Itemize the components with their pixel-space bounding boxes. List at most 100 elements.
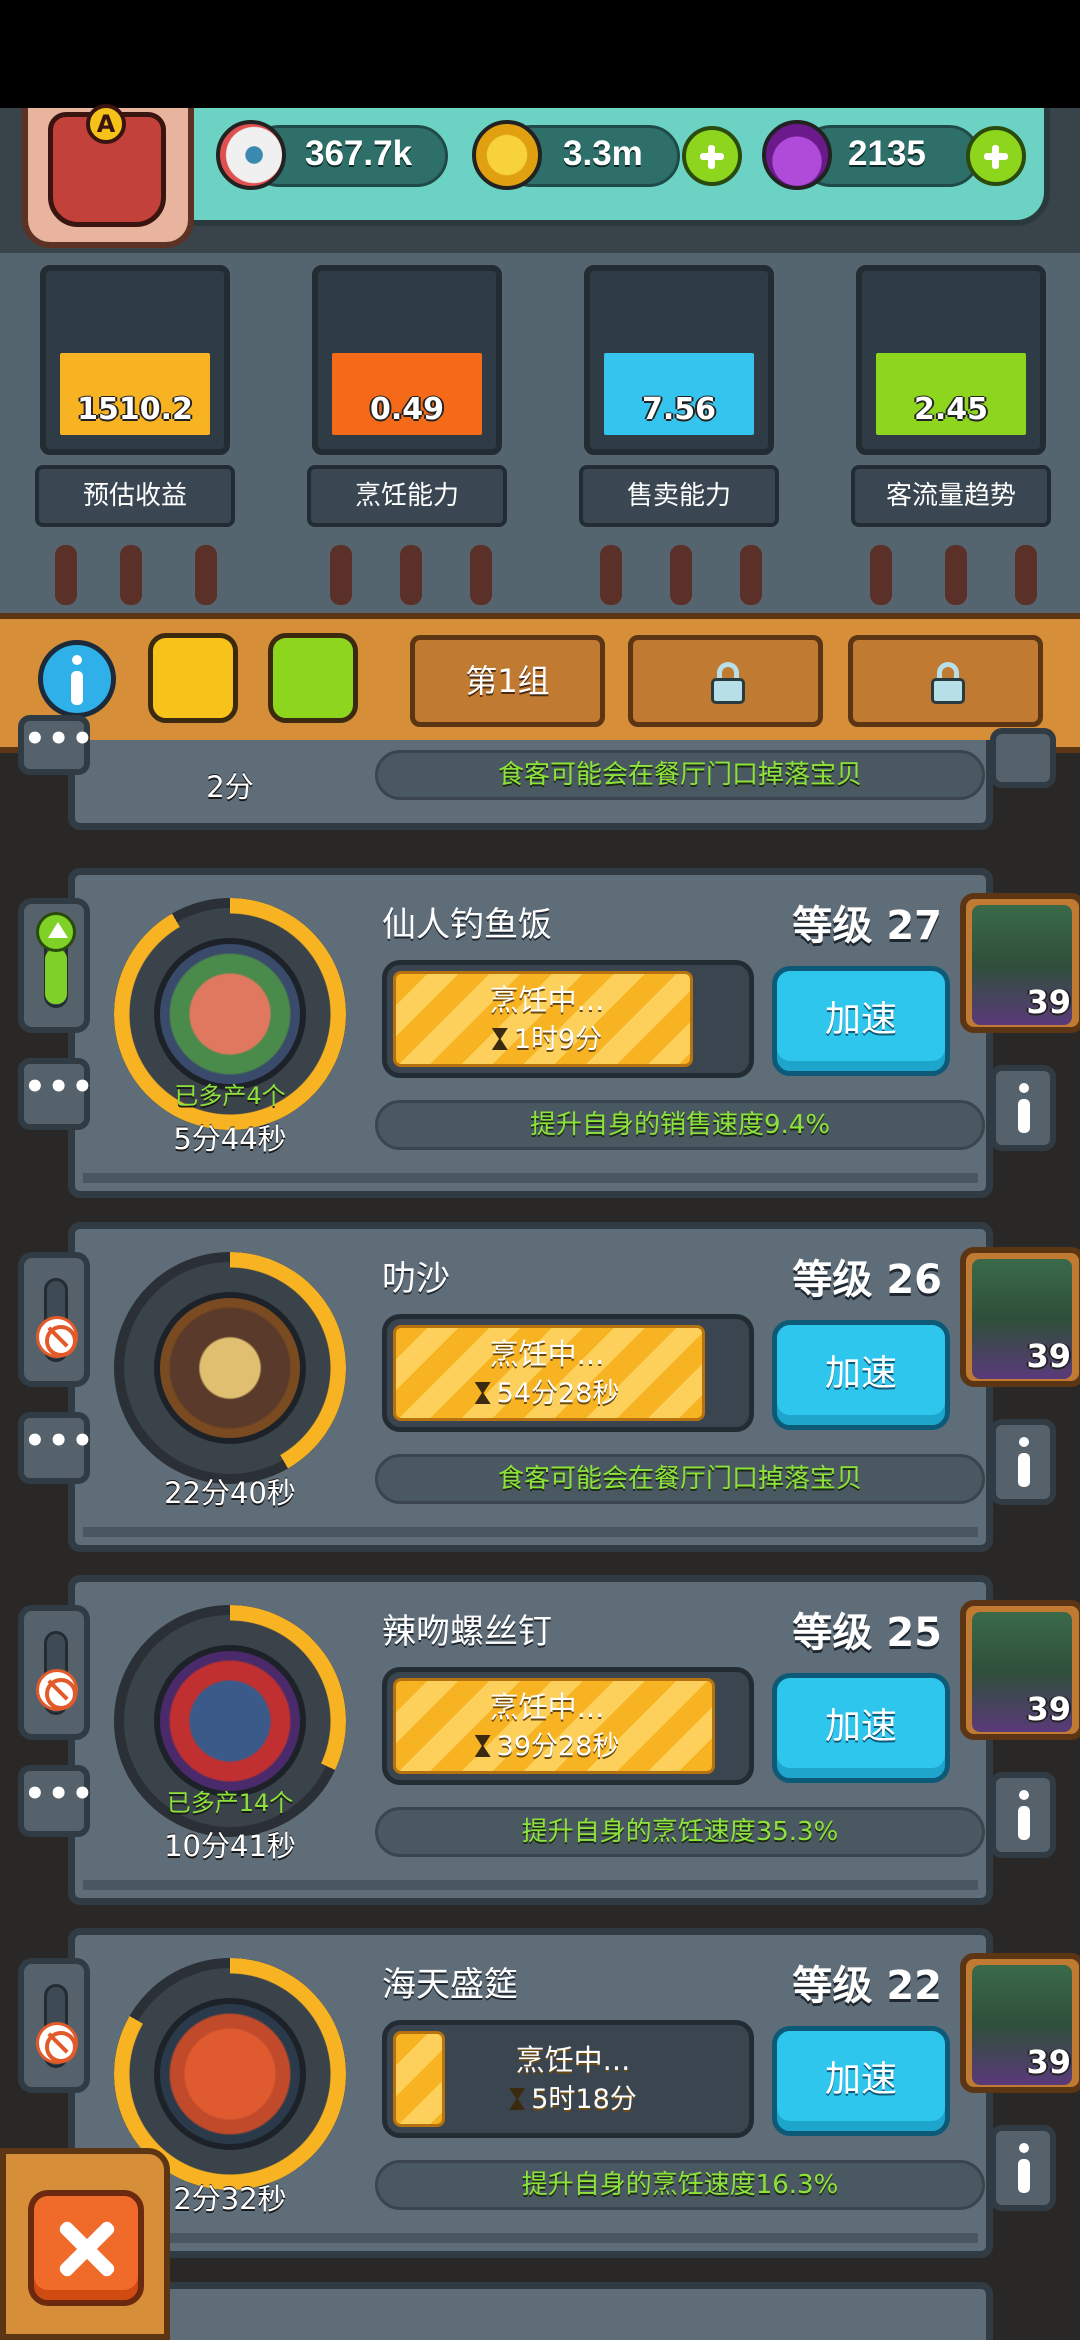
recipe-name: 仙人钓鱼饭	[382, 905, 552, 945]
hourglass-icon	[509, 2088, 526, 2110]
stat-label: 预估收益	[35, 465, 235, 527]
board-leg	[670, 545, 692, 605]
chef-card[interactable]: 39	[960, 893, 1080, 1033]
progress-time: 39分28秒	[387, 1724, 707, 1763]
stat-cooking-ability[interactable]: 0.49	[312, 265, 502, 455]
recipe-name: 叻沙	[382, 1259, 450, 1299]
recipe-bonus: 食客可能会在餐厅门口掉落宝贝	[375, 750, 985, 800]
extra-output: 已多产4个	[174, 1082, 286, 1110]
board-leg	[740, 545, 762, 605]
speed-up-button[interactable]: 加速	[772, 1320, 950, 1430]
info-button[interactable]	[990, 2125, 1056, 2211]
recipe-name: 海天盛筵	[382, 1965, 518, 2005]
info-button[interactable]	[990, 728, 1056, 788]
more-dots-button[interactable]: •••	[18, 1765, 93, 1837]
chef-card[interactable]: 39	[960, 1953, 1080, 2093]
info-glyph	[1016, 1083, 1030, 1133]
info-icon[interactable]	[38, 640, 116, 718]
production-toggle[interactable]	[18, 1958, 90, 2093]
progress-time-value: 5时18分	[531, 2084, 637, 2115]
progress-status: 烹饪中...	[489, 983, 605, 1017]
recipe-bonus: 食客可能会在餐厅门口掉落宝贝	[375, 1454, 985, 1504]
dish-image	[154, 1998, 306, 2150]
chef-count: 39	[1026, 983, 1071, 1021]
board-leg	[120, 545, 142, 605]
tab-group-1[interactable]: 第1组	[410, 635, 605, 727]
info-button[interactable]	[990, 1772, 1056, 1858]
stat-value: 2.45	[913, 392, 989, 427]
recipe-level: 等级 25	[792, 1610, 942, 1656]
hourglass-icon	[474, 1735, 491, 1757]
chef-card[interactable]: 39	[960, 1247, 1080, 1387]
stat-traffic-trend[interactable]: 2.45	[856, 265, 1046, 455]
info-glyph	[1016, 1437, 1030, 1487]
production-toggle[interactable]	[18, 1252, 90, 1387]
extra-output: 已多产14个	[166, 1789, 294, 1817]
dish-ring[interactable]: 已多产14个	[114, 1605, 346, 1837]
speed-up-button[interactable]: 加速	[772, 2026, 950, 2136]
more-dots-button[interactable]: •••	[18, 715, 93, 775]
dish-ring[interactable]: 已多产4个	[114, 898, 346, 1130]
dish-ring[interactable]	[114, 1252, 346, 1484]
recipe-card-partial	[68, 2282, 993, 2340]
board-leg	[195, 545, 217, 605]
board-leg	[470, 545, 492, 605]
close-button[interactable]	[28, 2190, 144, 2306]
more-dots-button[interactable]: •••	[18, 1412, 93, 1484]
stat-label: 售卖能力	[579, 465, 779, 527]
recipe-level: 等级 27	[792, 903, 942, 949]
dish-image	[154, 1292, 306, 1444]
progress-time: 5时18分	[387, 2077, 749, 2116]
board-leg	[330, 545, 352, 605]
shirt-icon[interactable]	[148, 633, 238, 723]
info-glyph	[1016, 2143, 1030, 2193]
dish-image	[154, 938, 306, 1090]
tab-group-locked-1[interactable]	[628, 635, 823, 727]
recipe-name: 辣吻螺丝钉	[382, 1612, 552, 1652]
progress-time-value: 54分28秒	[496, 1378, 620, 1409]
chef-count: 39	[1026, 1337, 1071, 1375]
hourglass-icon	[491, 1028, 508, 1050]
progress-status: 烹饪中...	[515, 2043, 631, 2077]
tab-group-locked-2[interactable]	[848, 635, 1043, 727]
info-glyph	[1016, 1790, 1030, 1840]
board-leg	[1015, 545, 1037, 605]
board-leg	[400, 545, 422, 605]
sushi-icon[interactable]	[268, 633, 358, 723]
speed-up-button[interactable]: 加速	[772, 1673, 950, 1783]
production-toggle[interactable]	[18, 1605, 90, 1740]
stat-value: 0.49	[369, 392, 445, 427]
board-leg	[945, 545, 967, 605]
info-button[interactable]	[990, 1419, 1056, 1505]
progress-status: 烹饪中...	[489, 1337, 605, 1371]
chef-card[interactable]: 39	[960, 1600, 1080, 1740]
progress-time-value: 1时9分	[513, 1024, 603, 1055]
recipe-time: 2分	[206, 770, 254, 804]
coin-count: 3.3m	[563, 134, 643, 173]
hourglass-icon	[474, 1382, 491, 1404]
stat-selling-ability[interactable]: 7.56	[584, 265, 774, 455]
arrow-up-icon	[36, 912, 76, 952]
add-potions-button[interactable]	[966, 126, 1026, 186]
chef-count: 39	[1026, 2043, 1071, 2081]
more-dots-button[interactable]: •••	[18, 1058, 93, 1130]
stop-icon	[36, 1316, 78, 1358]
recipe-time: 5分44秒	[173, 1122, 287, 1156]
stat-estimated-revenue[interactable]: 1510.2	[40, 265, 230, 455]
info-button[interactable]	[990, 1065, 1056, 1151]
stat-label: 烹饪能力	[307, 465, 507, 527]
recipe-bonus: 提升自身的烹饪速度16.3%	[375, 2160, 985, 2210]
add-coins-button[interactable]	[682, 126, 742, 186]
progress-time-value: 39分28秒	[496, 1731, 620, 1762]
speed-up-button[interactable]: 加速	[772, 966, 950, 1076]
potion-count: 2135	[848, 134, 926, 173]
cooking-progress: 烹饪中... 54分28秒	[382, 1314, 754, 1432]
board-leg	[600, 545, 622, 605]
production-toggle[interactable]	[18, 898, 90, 1033]
eyeball-count: 367.7k	[305, 134, 413, 173]
status-bar	[0, 0, 1080, 108]
recipe-level: 等级 22	[792, 1963, 942, 2009]
stop-icon	[36, 2022, 78, 2064]
stop-icon	[36, 1669, 78, 1711]
avatar-rank-badge: A	[86, 104, 126, 144]
